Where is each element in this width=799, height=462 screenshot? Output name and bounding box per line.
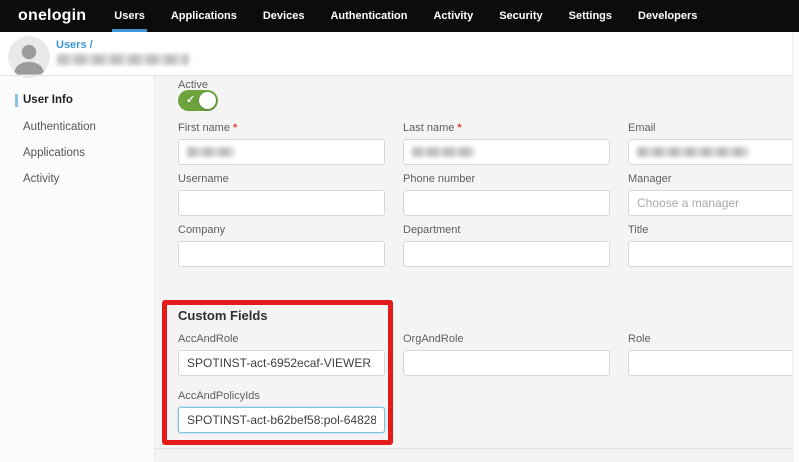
- nav-item-devices[interactable]: Devices: [261, 0, 307, 32]
- username-field: Username: [178, 173, 385, 216]
- role-input[interactable]: [628, 350, 799, 376]
- field-label: Manager: [628, 173, 799, 186]
- onelogin-logo: onelogin: [18, 0, 86, 32]
- username-input[interactable]: [178, 190, 385, 216]
- phone-number-field: Phone number: [403, 173, 610, 216]
- sidebar-item-activity[interactable]: Activity: [0, 172, 154, 190]
- manager-field: Manager: [628, 173, 799, 216]
- redacted-username: [57, 54, 189, 65]
- sidebar-item-label: Applications: [23, 147, 85, 159]
- field-label: Email: [628, 122, 799, 135]
- field-label: Department: [403, 224, 610, 237]
- email-input[interactable]: [628, 139, 799, 165]
- acc-and-policy-ids-input[interactable]: [178, 407, 385, 433]
- required-mark: *: [457, 122, 461, 134]
- first-name-input[interactable]: [178, 139, 385, 165]
- nav-item-developers[interactable]: Developers: [636, 0, 699, 32]
- sidebar-item-label: Authentication: [23, 121, 96, 133]
- page-header: Users /: [0, 32, 799, 76]
- sidebar: User Info Authentication Applications Ac…: [0, 76, 155, 462]
- company-input[interactable]: [178, 241, 385, 267]
- title-input[interactable]: [628, 241, 799, 267]
- sidebar-item-label: User Info: [23, 94, 73, 106]
- role-field: Role: [628, 333, 799, 376]
- department-input[interactable]: [403, 241, 610, 267]
- active-indicator-bar: [15, 94, 18, 107]
- nav-item-settings[interactable]: Settings: [567, 0, 614, 32]
- nav-item-applications[interactable]: Applications: [169, 0, 239, 32]
- sidebar-item-label: Activity: [23, 173, 59, 185]
- manager-input[interactable]: [628, 190, 799, 216]
- top-nav: onelogin Users Applications Devices Auth…: [0, 0, 799, 32]
- field-label: Last name*: [403, 122, 610, 135]
- user-info-form: Active ✓ First name* Last name* Email: [155, 76, 799, 462]
- nav-item-authentication[interactable]: Authentication: [328, 0, 409, 32]
- nav-item-users[interactable]: Users: [112, 0, 147, 32]
- sidebar-item-applications[interactable]: Applications: [0, 146, 154, 164]
- section-divider: [155, 448, 799, 449]
- field-label: Company: [178, 224, 385, 237]
- field-label: Role: [628, 333, 799, 346]
- acc-and-policy-ids-field: AccAndPolicyIds: [178, 390, 385, 433]
- sidebar-item-authentication[interactable]: Authentication: [0, 120, 154, 138]
- last-name-field: Last name*: [403, 122, 610, 165]
- field-label: AccAndPolicyIds: [178, 390, 385, 403]
- custom-fields-heading: Custom Fields: [178, 308, 268, 323]
- acc-and-role-input[interactable]: [178, 350, 385, 376]
- org-and-role-input[interactable]: [403, 350, 610, 376]
- field-label: Phone number: [403, 173, 610, 186]
- field-label: Username: [178, 173, 385, 186]
- nav-item-security[interactable]: Security: [497, 0, 544, 32]
- company-field: Company: [178, 224, 385, 267]
- org-and-role-field: OrgAndRole: [403, 333, 610, 376]
- field-label: AccAndRole: [178, 333, 385, 346]
- field-label: Title: [628, 224, 799, 237]
- sidebar-item-user-info[interactable]: User Info: [0, 93, 154, 111]
- user-avatar: [8, 36, 50, 78]
- title-field: Title: [628, 224, 799, 267]
- last-name-input[interactable]: [403, 139, 610, 165]
- required-mark: *: [233, 122, 237, 134]
- acc-and-role-field: AccAndRole: [178, 333, 385, 376]
- phone-number-input[interactable]: [403, 190, 610, 216]
- breadcrumb-users-link[interactable]: Users /: [56, 39, 93, 51]
- field-label: OrgAndRole: [403, 333, 610, 346]
- toggle-knob: [199, 92, 216, 109]
- first-name-field: First name*: [178, 122, 385, 165]
- active-toggle[interactable]: ✓: [178, 90, 218, 111]
- email-field: Email: [628, 122, 799, 165]
- checkmark-icon: ✓: [186, 93, 195, 106]
- nav-item-activity[interactable]: Activity: [431, 0, 475, 32]
- scrollbar[interactable]: [792, 32, 799, 462]
- person-icon: [8, 36, 50, 78]
- department-field: Department: [403, 224, 610, 267]
- field-label: First name*: [178, 122, 385, 135]
